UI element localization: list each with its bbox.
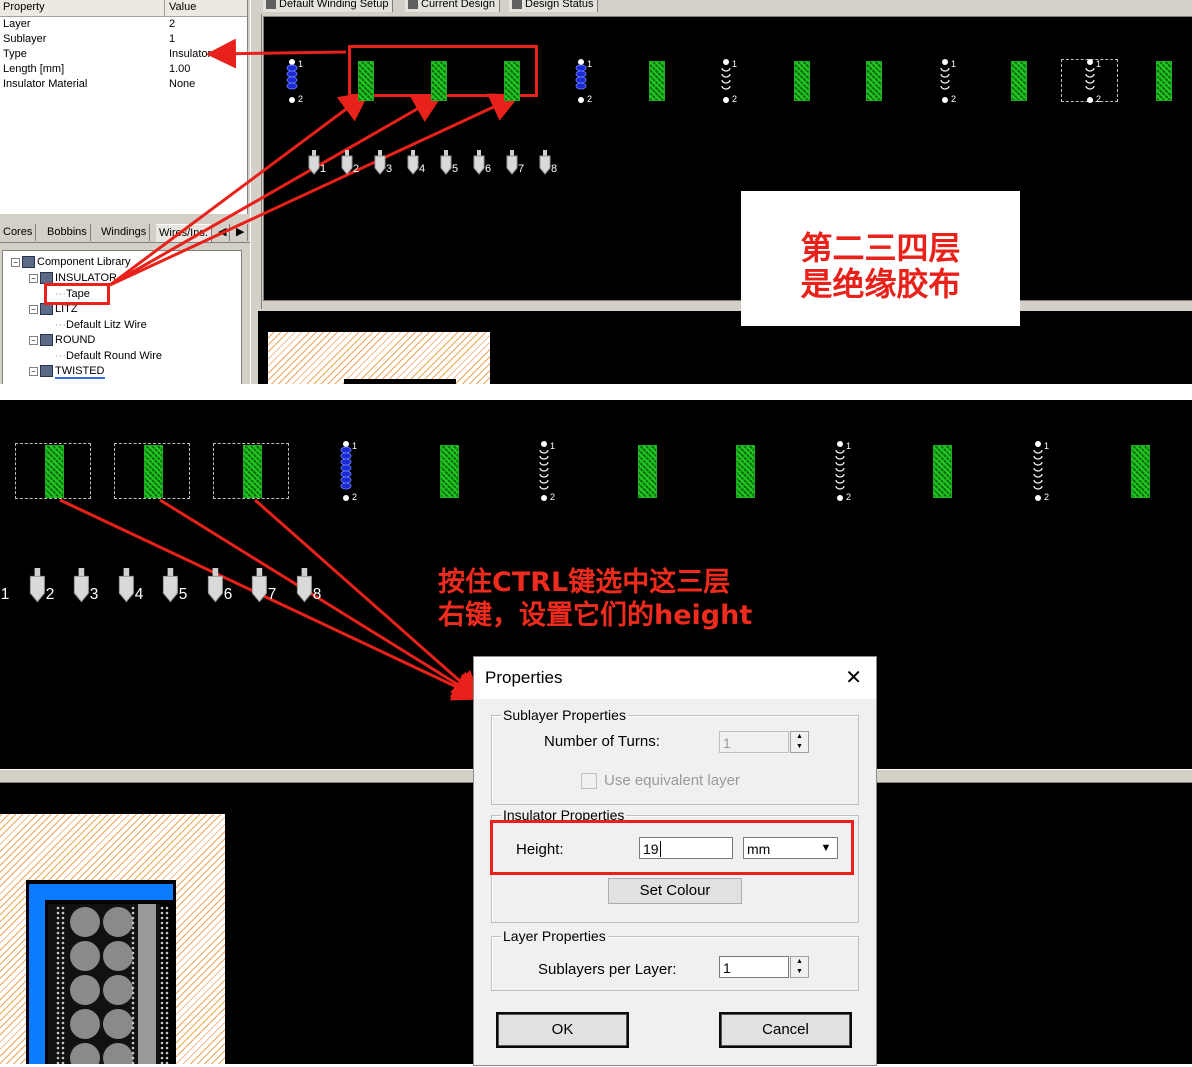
winding-layer[interactable]: 12 (834, 440, 858, 504)
insulator-tape-layer[interactable] (431, 61, 447, 101)
properties-dialog: Properties ✕ Sublayer Properties Number … (473, 656, 877, 1066)
svg-text:3: 3 (90, 586, 99, 603)
terminal-pin-icon[interactable]: 3 (374, 150, 394, 180)
svg-text:2: 2 (45, 586, 54, 603)
svg-text:2: 2 (587, 94, 592, 104)
close-icon[interactable]: ✕ (845, 665, 862, 690)
equivalent-layer-checkbox[interactable] (581, 773, 597, 789)
svg-text:2: 2 (1096, 94, 1101, 104)
layer-group-caption: Layer Properties (501, 928, 608, 944)
svg-text:1: 1 (587, 59, 592, 69)
svg-text:1: 1 (298, 59, 303, 69)
insulator-tape-layer[interactable] (45, 445, 64, 498)
svg-text:7: 7 (268, 586, 277, 603)
svg-text:7: 7 (518, 163, 524, 175)
winding-layer[interactable]: 12 (1032, 440, 1056, 504)
terminal-pin-icon[interactable]: 6 (207, 568, 235, 608)
sublayers-label: Sublayers per Layer: (538, 961, 677, 978)
svg-text:1: 1 (732, 59, 737, 69)
height-highlight-box (490, 820, 854, 875)
turns-label: Number of Turns: (544, 733, 660, 750)
insulator-tape-layer[interactable] (933, 445, 952, 498)
svg-text:2: 2 (353, 163, 359, 175)
insulator-tape-layer[interactable] (358, 61, 374, 101)
winding-layer[interactable]: 12 (1084, 58, 1108, 106)
terminal-pin-icon[interactable]: 5 (162, 568, 190, 608)
svg-text:4: 4 (419, 163, 425, 175)
insulator-tape-layer[interactable] (649, 61, 665, 101)
insulator-tape-layer[interactable] (866, 61, 882, 101)
svg-text:6: 6 (485, 163, 491, 175)
sublayer-properties-group: Sublayer Properties Number of Turns: 1 ▲… (491, 707, 859, 805)
insulator-tape-layer[interactable] (144, 445, 163, 498)
set-colour-button[interactable]: Set Colour (608, 878, 742, 904)
insulator-tape-layer[interactable] (440, 445, 459, 498)
terminal-pin-icon[interactable]: 8 (539, 150, 559, 180)
terminal-pin-icon[interactable]: 6 (473, 150, 493, 180)
sublayer-group-caption: Sublayer Properties (501, 707, 628, 723)
svg-text:8: 8 (551, 163, 557, 175)
terminal-pin-icon[interactable]: 3 (73, 568, 101, 608)
svg-text:1: 1 (1044, 441, 1049, 451)
svg-text:1: 1 (320, 163, 326, 175)
svg-text:2: 2 (951, 94, 956, 104)
svg-text:2: 2 (298, 94, 303, 104)
sublayers-input[interactable]: 1 (719, 956, 789, 978)
terminal-pin-icon[interactable]: 5 (440, 150, 460, 180)
dialog-title: Properties (485, 668, 563, 687)
winding-layer-selected[interactable]: 12 (286, 58, 310, 106)
terminal-pin-icon[interactable]: 4 (407, 150, 427, 180)
insulator-tape-layer[interactable] (638, 445, 657, 498)
terminal-pin-icon[interactable]: 7 (251, 568, 279, 608)
insulator-tape-layer[interactable] (243, 445, 262, 498)
cancel-button[interactable]: Cancel (719, 1012, 852, 1048)
svg-text:1: 1 (1, 586, 10, 603)
sublayers-spinner[interactable]: ▲ ▼ (790, 956, 809, 978)
terminal-pin-icon[interactable]: 4 (118, 568, 146, 608)
svg-text:3: 3 (386, 163, 392, 175)
turns-input[interactable]: 1 (719, 731, 789, 753)
winding-layer-selected[interactable]: 12 (575, 58, 599, 106)
svg-text:5: 5 (179, 586, 188, 603)
dialog-titlebar[interactable]: Properties ✕ (474, 657, 876, 699)
svg-text:2: 2 (1044, 492, 1049, 502)
svg-text:8: 8 (312, 586, 321, 603)
terminal-pin-icon[interactable]: 2 (341, 150, 361, 180)
turns-spinner[interactable]: ▲ ▼ (790, 731, 809, 753)
winding-layer[interactable]: 12 (538, 440, 562, 504)
winding-layer[interactable]: 12 (720, 58, 744, 106)
equivalent-layer-label: Use equivalent layer (604, 772, 740, 789)
insulator-tape-layer[interactable] (736, 445, 755, 498)
svg-text:5: 5 (452, 163, 458, 175)
svg-text:2: 2 (352, 492, 357, 502)
terminal-pin-icon[interactable]: 8 (296, 568, 324, 608)
svg-text:1: 1 (550, 441, 555, 451)
svg-text:2: 2 (732, 94, 737, 104)
insulator-tape-layer[interactable] (1131, 445, 1150, 498)
layer-properties-group: Layer Properties Sublayers per Layer: 1 … (491, 928, 859, 991)
insulator-tape-layer[interactable] (1011, 61, 1027, 101)
svg-text:1: 1 (1096, 59, 1101, 69)
svg-text:2: 2 (846, 492, 851, 502)
svg-text:1: 1 (352, 441, 357, 451)
terminal-pin-icon[interactable]: 1 (0, 568, 12, 608)
terminal-pin-icon[interactable]: 1 (308, 150, 328, 180)
svg-text:1: 1 (951, 59, 956, 69)
winding-layer[interactable]: 12 (939, 58, 963, 106)
svg-text:4: 4 (134, 586, 143, 603)
svg-text:1: 1 (846, 441, 851, 451)
svg-text:2: 2 (550, 492, 555, 502)
ok-button[interactable]: OK (496, 1012, 629, 1048)
insulator-tape-layer[interactable] (1156, 61, 1172, 101)
terminal-pin-icon[interactable]: 2 (29, 568, 57, 608)
svg-text:6: 6 (223, 586, 232, 603)
terminal-pin-icon[interactable]: 7 (506, 150, 526, 180)
insulator-tape-layer[interactable] (794, 61, 810, 101)
insulator-tape-layer[interactable] (504, 61, 520, 101)
winding-layer-selected[interactable]: 12 (340, 440, 364, 504)
